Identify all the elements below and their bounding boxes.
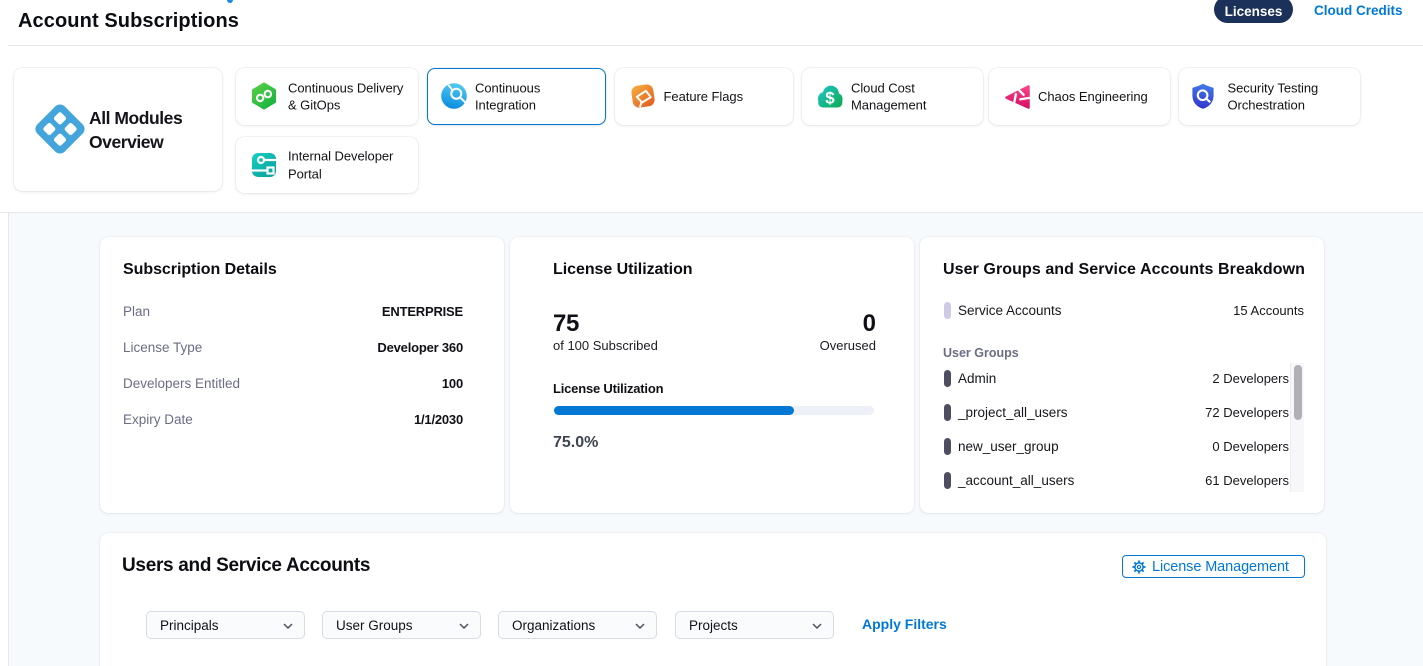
svg-text:$: $ [825, 89, 835, 108]
